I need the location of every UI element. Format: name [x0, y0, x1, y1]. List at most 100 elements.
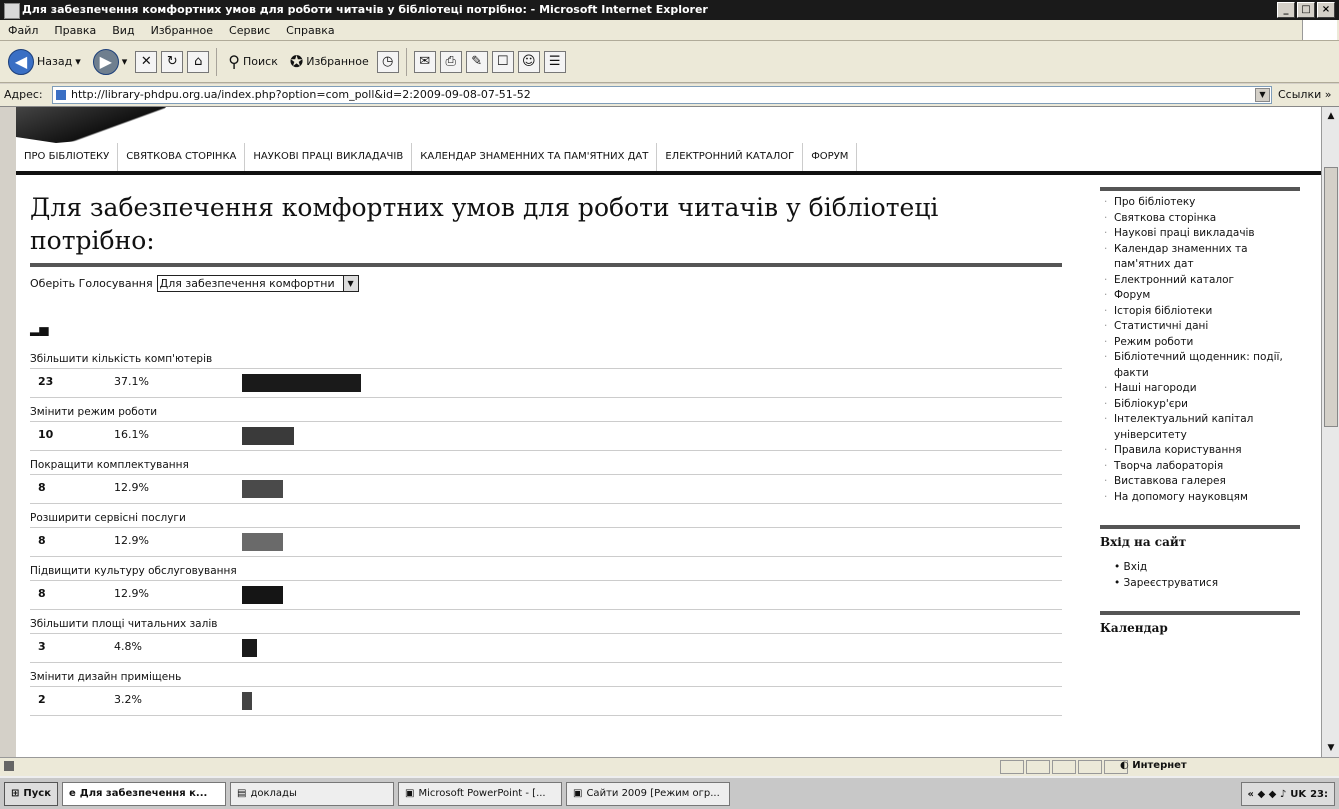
poll-result-row: 10 16.1%: [30, 421, 1062, 451]
poll-percent: 3.2%: [114, 693, 142, 706]
sidebar-item-capital[interactable]: Інтелектуальний капітал університету: [1100, 412, 1300, 443]
sidebar-item-statistics[interactable]: Статистичні дані: [1100, 319, 1300, 335]
history-icon[interactable]: ◷: [376, 50, 399, 73]
poll-bar: [242, 427, 294, 445]
page-icon: [56, 90, 66, 100]
site-logo: [16, 107, 166, 143]
chevron-down-icon[interactable]: ▼: [1255, 88, 1270, 102]
menu-favorites[interactable]: Избранное: [143, 24, 221, 37]
menu-file[interactable]: Файл: [0, 24, 46, 37]
poll-bar: [242, 586, 283, 604]
links-button[interactable]: Ссылки »: [1278, 88, 1331, 101]
sidebar-item-diary[interactable]: Бібліотечний щоденник: події, факти: [1100, 350, 1300, 381]
ie-icon: e: [69, 788, 76, 799]
refresh-icon[interactable]: ↻: [161, 50, 184, 73]
poll-select[interactable]: Для забезпечення комфортни ▼: [156, 275, 359, 292]
research-icon[interactable]: ☰: [543, 50, 566, 73]
sidebar-item-research[interactable]: Наукові праці викладачів: [1100, 226, 1300, 242]
sidebar-item-awards[interactable]: Наші нагороди: [1100, 381, 1300, 397]
powerpoint-icon: ▣: [405, 788, 415, 799]
minimize-button[interactable]: _: [1277, 2, 1295, 18]
back-button[interactable]: ◀ Назад ▾: [4, 47, 85, 77]
scroll-thumb[interactable]: [1324, 167, 1338, 427]
nav-calendar[interactable]: КАЛЕНДАР ЗНАМЕННИХ ТА ПАМ'ЯТНИХ ДАТ: [412, 143, 658, 171]
discuss-icon[interactable]: ☐: [491, 50, 514, 73]
chevron-down-icon: ▾: [75, 55, 81, 68]
ie-page-icon: [4, 3, 20, 19]
search-button[interactable]: ⚲ Поиск: [224, 50, 282, 73]
forward-button[interactable]: ▶ ▾: [89, 47, 132, 77]
poll-result-row: 23 37.1%: [30, 368, 1062, 398]
favorites-button[interactable]: ✪ Избранное: [286, 50, 373, 73]
language-indicator[interactable]: UK: [1290, 789, 1306, 800]
poll-results: Збільшити кількість комп'ютерів 23 37.1%…: [30, 350, 1062, 716]
search-label: Поиск: [243, 55, 278, 68]
poll-percent: 37.1%: [114, 375, 149, 388]
close-button[interactable]: ×: [1317, 2, 1335, 18]
poll-bar: [242, 639, 257, 657]
register-link[interactable]: • Зареєструватися: [1100, 575, 1300, 591]
sidebar-divider: [1100, 187, 1300, 191]
poll-result-row: 8 12.9%: [30, 580, 1062, 610]
sidebar-item-catalog[interactable]: Електронний каталог: [1100, 273, 1300, 289]
edit-icon[interactable]: ✎: [465, 50, 488, 73]
poll-result-row: 3 4.8%: [30, 633, 1062, 663]
messenger-icon[interactable]: ☺: [517, 50, 540, 73]
zone-label: Интернет: [1132, 760, 1187, 771]
taskbar-button-ie[interactable]: e Для забезпечення к...: [62, 781, 226, 806]
taskbar-button-folder[interactable]: ▤ доклады: [230, 781, 394, 806]
sidebar-item-scientists[interactable]: На допомогу науковцям: [1100, 490, 1300, 506]
nav-research[interactable]: НАУКОВІ ПРАЦІ ВИКЛАДАЧІВ: [245, 143, 413, 171]
windows-logo-icon: ⊞: [11, 788, 20, 799]
poll-percent: 4.8%: [114, 640, 142, 653]
taskbar-button-label: доклады: [250, 788, 297, 799]
vertical-scrollbar[interactable]: ▲ ▼: [1321, 107, 1339, 757]
sidebar: Про бібліотеку Святкова сторінка Наукові…: [1100, 187, 1300, 645]
start-button[interactable]: ⊞ Пуск: [4, 781, 58, 806]
scroll-up-icon[interactable]: ▲: [1324, 109, 1338, 123]
menu-view[interactable]: Вид: [104, 24, 142, 37]
nav-holiday[interactable]: СВЯТКОВА СТОРІНКА: [118, 143, 246, 171]
site-nav: ПРО БІБЛІОТЕКУ СВЯТКОВА СТОРІНКА НАУКОВІ…: [16, 143, 1321, 175]
scroll-down-icon[interactable]: ▼: [1324, 741, 1338, 755]
poll-result-row: 8 12.9%: [30, 527, 1062, 557]
sidebar-item-calendar[interactable]: Календар знаменних та пам'ятних дат: [1100, 242, 1300, 273]
address-label: Адрес:: [4, 88, 43, 101]
poll-question: Збільшити площі читальних залів: [30, 618, 218, 630]
taskbar-button-powerpoint[interactable]: ▣ Microsoft PowerPoint - [...: [398, 781, 562, 806]
sidebar-item-forum[interactable]: Форум: [1100, 288, 1300, 304]
menu-help[interactable]: Справка: [278, 24, 342, 37]
menu-edit[interactable]: Правка: [46, 24, 104, 37]
stop-icon[interactable]: ✕: [135, 50, 158, 73]
status-bar: ◐ Интернет: [0, 757, 1339, 776]
search-icon: ⚲: [228, 52, 240, 71]
clock: 23:: [1310, 788, 1328, 800]
sidebar-item-history[interactable]: Історія бібліотеки: [1100, 304, 1300, 320]
nav-forum[interactable]: ФОРУМ: [803, 143, 858, 171]
address-input[interactable]: http://library-phdpu.org.ua/index.php?op…: [52, 86, 1272, 104]
sidebar-item-rules[interactable]: Правила користування: [1100, 443, 1300, 459]
sidebar-item-about[interactable]: Про бібліотеку: [1100, 195, 1300, 211]
sidebar-item-gallery[interactable]: Виставкова галерея: [1100, 474, 1300, 490]
nav-about[interactable]: ПРО БІБЛІОТЕКУ: [16, 143, 119, 171]
sidebar-item-lab[interactable]: Творча лабораторія: [1100, 459, 1300, 475]
print-icon[interactable]: ⎙: [439, 50, 462, 73]
home-icon[interactable]: ⌂: [187, 50, 210, 73]
login-link[interactable]: • Вхід: [1100, 559, 1300, 575]
menu-tools[interactable]: Сервис: [221, 24, 278, 37]
mail-icon[interactable]: ✉: [413, 50, 436, 73]
toolbar-separator: [405, 47, 407, 76]
taskbar-button-word[interactable]: ▣ Сайти 2009 [Режим огр...: [566, 781, 730, 806]
sidebar-item-couriers[interactable]: Бібліокур'єри: [1100, 397, 1300, 413]
taskbar-button-label: Сайти 2009 [Режим огр...: [586, 788, 720, 799]
poll-select-row: Оберіть Голосування Для забезпечення ком…: [30, 275, 1062, 292]
sidebar-item-holiday[interactable]: Святкова сторінка: [1100, 211, 1300, 227]
poll-select-label: Оберіть Голосування: [30, 277, 153, 290]
poll-percent: 12.9%: [114, 481, 149, 494]
favorites-label: Избранное: [306, 55, 369, 68]
register-link-label: Зареєструватися: [1123, 577, 1219, 589]
sidebar-item-hours[interactable]: Режим роботи: [1100, 335, 1300, 351]
maximize-button[interactable]: □: [1297, 2, 1315, 18]
poll-bar: [242, 374, 361, 392]
nav-catalog[interactable]: ЕЛЕКТРОННИЙ КАТАЛОГ: [657, 143, 804, 171]
